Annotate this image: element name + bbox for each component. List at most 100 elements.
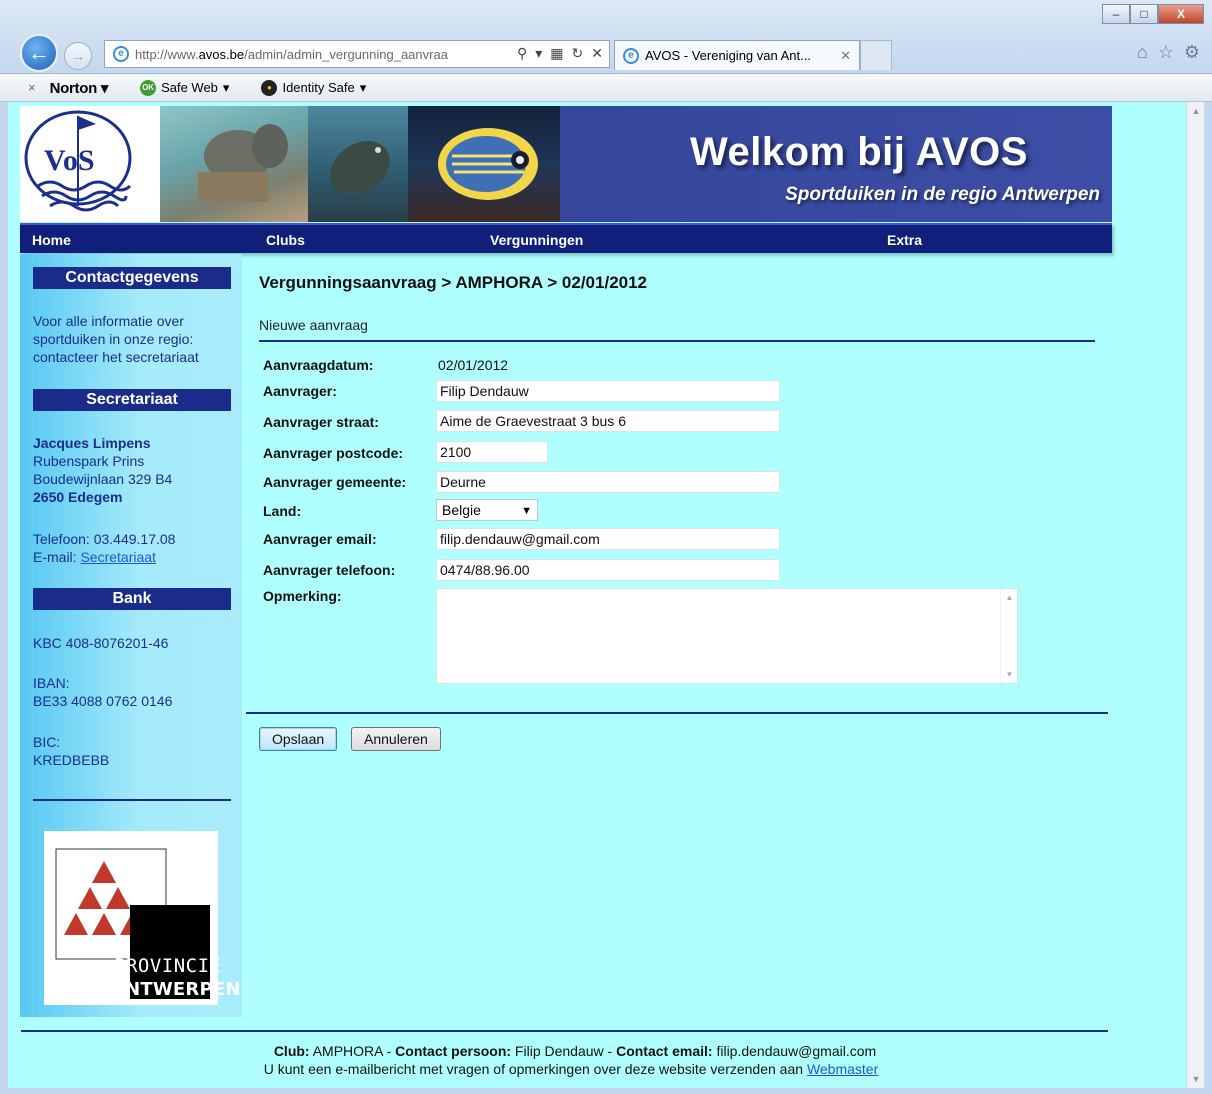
banner-title: Welkom bij AVOS <box>690 130 1028 174</box>
address-actions: ⚲ ▾ ▦ ↻ ✕ <box>517 45 603 62</box>
bic-label: BIC: <box>33 734 61 750</box>
ie-tab-icon: e <box>623 47 639 64</box>
provincie-antwerpen-logo[interactable]: PROVINCIE ANTWERPEN <box>44 831 240 1005</box>
safe-web-menu[interactable]: OK Safe Web ▾ <box>140 79 229 96</box>
window-controls: – □ X <box>1102 4 1204 24</box>
postcode-input[interactable] <box>436 441 548 463</box>
site-banner: VoS Welkom bij AVOS Sportduiken in de re… <box>20 106 1112 222</box>
main-nav: Home Clubs Vergunningen Extra <box>20 223 1112 253</box>
bic-value: KREDBEBB <box>33 752 110 768</box>
new-tab-button[interactable] <box>860 40 892 70</box>
bic-block: BIC: KREDBEBB <box>33 733 233 769</box>
identity-safe-label: Identity Safe <box>282 80 355 95</box>
gear-icon[interactable]: ⚙ <box>1184 42 1200 63</box>
refresh-icon[interactable]: ↻ <box>572 45 584 62</box>
tab-title: AVOS - Vereniging van Ant... <box>645 48 811 63</box>
favorites-star-icon[interactable]: ☆ <box>1158 42 1174 63</box>
webmaster-link[interactable]: Webmaster <box>807 1061 878 1077</box>
address-line-3: 2650 Edegem <box>33 489 123 505</box>
compat-view-icon[interactable]: ▦ <box>550 45 563 62</box>
logo-letters: VoS <box>44 144 95 177</box>
forward-button[interactable]: → <box>64 42 92 70</box>
window-border-left <box>0 102 8 1088</box>
back-button[interactable]: ← <box>20 34 58 72</box>
opmerking-textarea[interactable]: ▲ ▼ <box>436 588 1018 684</box>
avos-logo-icon: VoS <box>24 110 132 212</box>
nav-extra[interactable]: Extra <box>887 232 922 248</box>
straat-input[interactable] <box>436 410 780 432</box>
aanvrager-input[interactable] <box>436 380 780 402</box>
textarea-scrollbar[interactable]: ▲ ▼ <box>1000 589 1017 683</box>
minimize-button[interactable]: – <box>1102 4 1130 24</box>
tab-avos[interactable]: e AVOS - Vereniging van Ant... ✕ <box>614 40 860 70</box>
phone-text: Telefoon: 03.449.17.08 <box>33 531 176 547</box>
textarea-scroll-up-icon[interactable]: ▲ <box>1001 593 1018 602</box>
straat-label: Aanvrager straat: <box>263 414 379 430</box>
chevron-down-icon[interactable]: ▾ <box>535 45 542 62</box>
land-select[interactable]: Belgie ▼ <box>436 499 538 521</box>
email-prefix: E-mail: <box>33 549 81 565</box>
contact-text: Voor alle informatie over sportduiken in… <box>33 313 199 365</box>
url-path: /admin/admin_vergunning_aanvraa <box>244 46 448 62</box>
email-input[interactable] <box>436 528 780 550</box>
aanvraagdatum-value: 02/01/2012 <box>438 357 509 373</box>
footer-email-label: Contact email: <box>616 1043 713 1059</box>
page-title: Vergunningsaanvraag > AMPHORA > 02/01/20… <box>259 273 648 292</box>
footer-club-label: Club: <box>273 1043 310 1059</box>
provincie-text: PROVINCIE <box>114 955 222 977</box>
sidebar: Contactgegevens Voor alle informatie ove… <box>20 254 242 1017</box>
land-selected-value: Belgie <box>442 502 481 518</box>
secretariaat-address: Jacques Limpens Rubenspark Prins Boudewi… <box>33 434 233 506</box>
tab-close-icon[interactable]: ✕ <box>840 48 851 64</box>
page-subtitle: Nieuwe aanvraag <box>259 317 368 333</box>
stop-icon[interactable]: ✕ <box>591 45 603 62</box>
browser-tools: ⌂ ☆ ⚙ <box>1137 42 1200 63</box>
home-icon[interactable]: ⌂ <box>1137 42 1148 63</box>
maximize-button[interactable]: □ <box>1130 4 1158 24</box>
secretariaat-heading: Secretariaat <box>33 389 231 411</box>
grouper-image <box>330 141 390 195</box>
scroll-down-icon[interactable]: ▼ <box>1187 1070 1205 1088</box>
textarea-scroll-down-icon[interactable]: ▼ <box>1001 670 1018 679</box>
window-border-bottom <box>0 1088 1212 1094</box>
save-button[interactable]: Opslaan <box>259 727 338 751</box>
postcode-label: Aanvrager postcode: <box>263 445 404 461</box>
nav-vergunningen[interactable]: Vergunningen <box>490 232 583 248</box>
search-icon[interactable]: ⚲ <box>517 45 527 62</box>
identity-safe-menu[interactable]: ● Identity Safe ▾ <box>261 79 366 96</box>
ie-page-icon: e <box>113 46 129 62</box>
banner-photo-fish <box>308 106 408 222</box>
telefoon-input[interactable] <box>436 559 780 581</box>
arrow-left-icon: ← <box>28 40 50 65</box>
footer-contact-label: Contact persoon: <box>395 1043 512 1059</box>
kbc-account: KBC 408-8076201-46 <box>33 635 169 651</box>
cancel-button[interactable]: Annuleren <box>351 727 441 751</box>
footer-webmaster-text: U kunt een e-mailbericht met vragen of o… <box>263 1061 807 1077</box>
content-divider-top <box>259 340 1095 342</box>
norton-menu[interactable]: Norton ▾ <box>50 79 109 97</box>
banner-photo-angelfish <box>408 106 560 222</box>
gemeente-input[interactable] <box>436 471 780 493</box>
iban-value: BE33 4088 0762 0146 <box>33 693 173 709</box>
footer-club-value: AMPHORA - <box>309 1043 396 1059</box>
iban-label: IBAN: <box>33 675 70 691</box>
secretariaat-contact: Telefoon: 03.449.17.08 E-mail: Secretari… <box>33 530 233 566</box>
telefoon-label: Aanvrager telefoon: <box>263 562 396 578</box>
bank-heading: Bank <box>33 588 231 610</box>
email-label: Aanvrager email: <box>263 531 377 547</box>
footer-webmaster-line: U kunt een e-mailbericht met vragen of o… <box>8 1061 1134 1077</box>
banner-photo-wreck <box>160 106 308 222</box>
scroll-up-icon[interactable]: ▲ <box>1187 102 1205 120</box>
nav-home[interactable]: Home <box>32 232 71 248</box>
secretariaat-email-link[interactable]: Secretariaat <box>80 549 155 565</box>
norton-close-icon[interactable]: × <box>28 80 36 95</box>
footer-divider <box>21 1030 1108 1032</box>
arrow-right-icon: → <box>71 48 85 64</box>
nav-clubs[interactable]: Clubs <box>266 232 305 248</box>
page-scrollbar[interactable]: ▲ ▼ <box>1186 102 1204 1088</box>
url-prefix: http://www. <box>135 46 199 62</box>
antwerpen-text: ANTWERPEN <box>111 979 241 1000</box>
angelfish-image <box>438 128 538 200</box>
close-window-button[interactable]: X <box>1158 4 1204 24</box>
address-bar[interactable]: e http://www. avos.be /admin/admin_vergu… <box>104 40 610 68</box>
